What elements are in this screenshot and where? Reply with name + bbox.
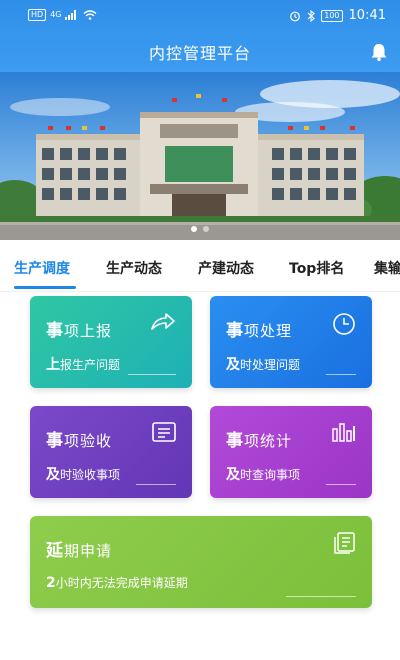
- hd-indicator: HD: [28, 9, 47, 21]
- tab-gathering[interactable]: 集输: [374, 258, 400, 278]
- list-board-icon: [152, 422, 176, 442]
- carousel-indicator: [0, 226, 400, 232]
- tab-production-dispatch[interactable]: 生产调度: [14, 258, 70, 278]
- wifi-icon: [84, 10, 97, 20]
- clock-icon: [333, 313, 355, 335]
- signal-icon: [65, 10, 77, 20]
- alarm-icon: [290, 11, 301, 21]
- network-type: 4G: [50, 10, 62, 19]
- card-subtitle: 2小时内无法完成申请延期: [46, 575, 188, 591]
- carousel-dot[interactable]: [191, 226, 197, 232]
- handle-issue-card[interactable]: 事项处理 及时处理问题: [210, 296, 372, 388]
- card-title: 事项验收: [46, 431, 113, 451]
- report-issue-card[interactable]: 事项上报 上报生产问题: [30, 296, 192, 388]
- card-subtitle: 及时处理问题: [226, 357, 301, 373]
- tab-top-ranking[interactable]: Top排名: [289, 258, 344, 278]
- card-subtitle: 及时验收事项: [46, 467, 121, 483]
- card-subtitle: 上报生产问题: [46, 357, 121, 373]
- card-subtitle: 及时查询事项: [226, 467, 301, 483]
- bar-chart-icon: [332, 423, 355, 442]
- status-bar: HD 4G 100 10:41: [0, 0, 400, 28]
- office-building-photo: [0, 72, 400, 240]
- app-header: HD 4G 100 10:41 内控管理平台: [0, 0, 400, 72]
- card-title: 事项统计: [226, 431, 293, 451]
- document-icon: [334, 532, 355, 554]
- tab-construction-news[interactable]: 产建动态: [198, 258, 254, 278]
- battery-indicator: 100: [321, 9, 343, 22]
- card-title: 延期申请: [46, 541, 113, 561]
- card-divider: [286, 596, 356, 597]
- card-divider: [128, 374, 176, 375]
- clock: 10:41: [348, 8, 386, 23]
- page-title: 内控管理平台: [148, 44, 251, 63]
- statistics-card[interactable]: 事项统计 及时查询事项: [210, 406, 372, 498]
- category-tabs: 生产调度 生产动态 产建动态 Top排名 集输: [0, 240, 400, 292]
- bluetooth-icon: [307, 9, 316, 22]
- bell-icon[interactable]: [370, 42, 388, 62]
- card-divider: [326, 374, 356, 375]
- card-divider: [136, 484, 176, 485]
- accept-issue-card[interactable]: 事项验收 及时验收事项: [30, 406, 192, 498]
- card-title: 事项上报: [46, 321, 113, 341]
- tab-production-news[interactable]: 生产动态: [106, 258, 162, 278]
- banner-carousel[interactable]: [0, 72, 400, 240]
- active-tab-indicator: [14, 286, 76, 289]
- card-title: 事项处理: [226, 321, 293, 341]
- card-divider: [326, 484, 356, 485]
- share-arrow-icon: [151, 313, 175, 330]
- carousel-dot[interactable]: [203, 226, 209, 232]
- delay-request-card[interactable]: 延期申请 2小时内无法完成申请延期: [30, 516, 372, 608]
